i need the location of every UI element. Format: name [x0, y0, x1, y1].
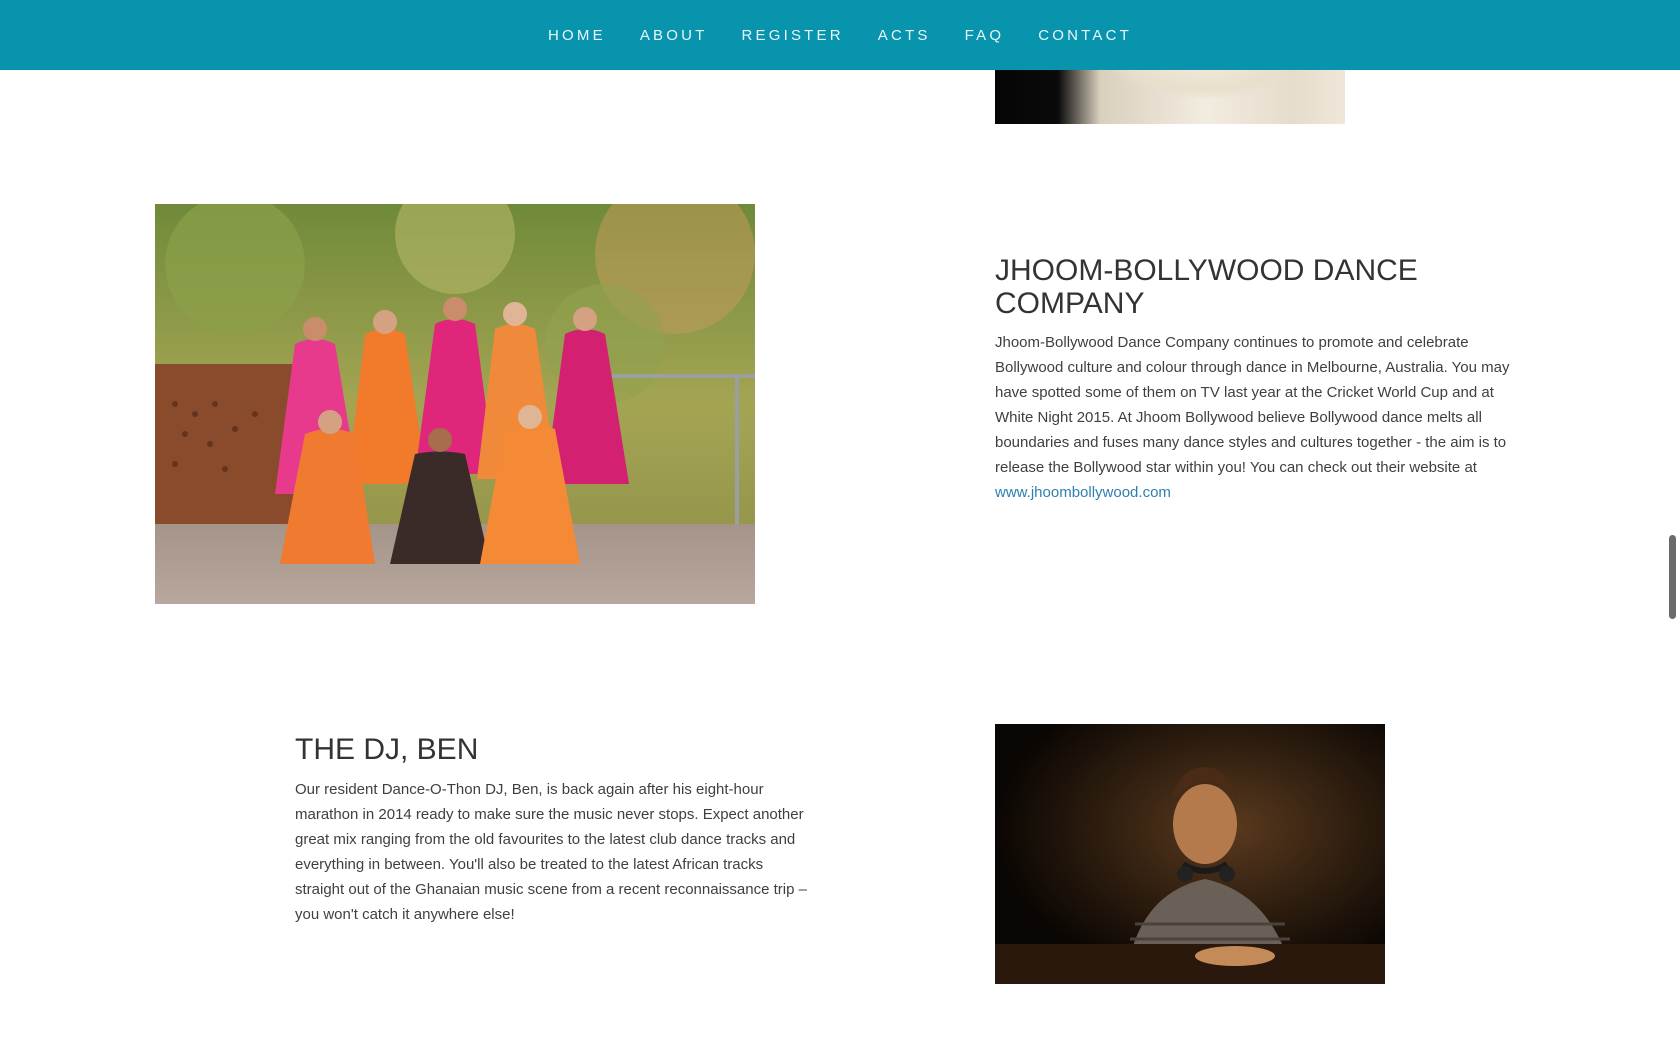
page: HOME ABOUT REGISTER ACTS FAQ CONTACT JHO…: [0, 0, 1680, 1050]
nav-item-register[interactable]: REGISTER: [725, 27, 861, 44]
nav-item-home[interactable]: HOME: [531, 27, 623, 44]
top-navbar: HOME ABOUT REGISTER ACTS FAQ CONTACT: [0, 0, 1680, 70]
nav-item-faq[interactable]: FAQ: [948, 27, 1022, 44]
nav-menu: HOME ABOUT REGISTER ACTS FAQ CONTACT: [531, 27, 1149, 44]
page-scrollbar-thumb[interactable]: [1669, 535, 1676, 619]
act-description-jhoom-text: Jhoom-Bollywood Dance Company continues …: [995, 334, 1510, 476]
bollywood-dancers-photo: [155, 204, 755, 604]
nav-item-about[interactable]: ABOUT: [623, 27, 725, 44]
act-title-dj: THE DJ, BEN: [295, 733, 479, 766]
nav-item-acts[interactable]: ACTS: [861, 27, 948, 44]
act-description-jhoom: Jhoom-Bollywood Dance Company continues …: [995, 330, 1510, 505]
jhoom-website-link[interactable]: www.jhoombollywood.com: [995, 484, 1171, 501]
act-description-dj: Our resident Dance-O-Thon DJ, Ben, is ba…: [295, 781, 807, 923]
act-title-jhoom: JHOOM-BOLLYWOOD DANCE COMPANY: [995, 254, 1418, 320]
nav-item-contact[interactable]: CONTACT: [1021, 27, 1149, 44]
dj-ben-photo: [995, 724, 1385, 984]
